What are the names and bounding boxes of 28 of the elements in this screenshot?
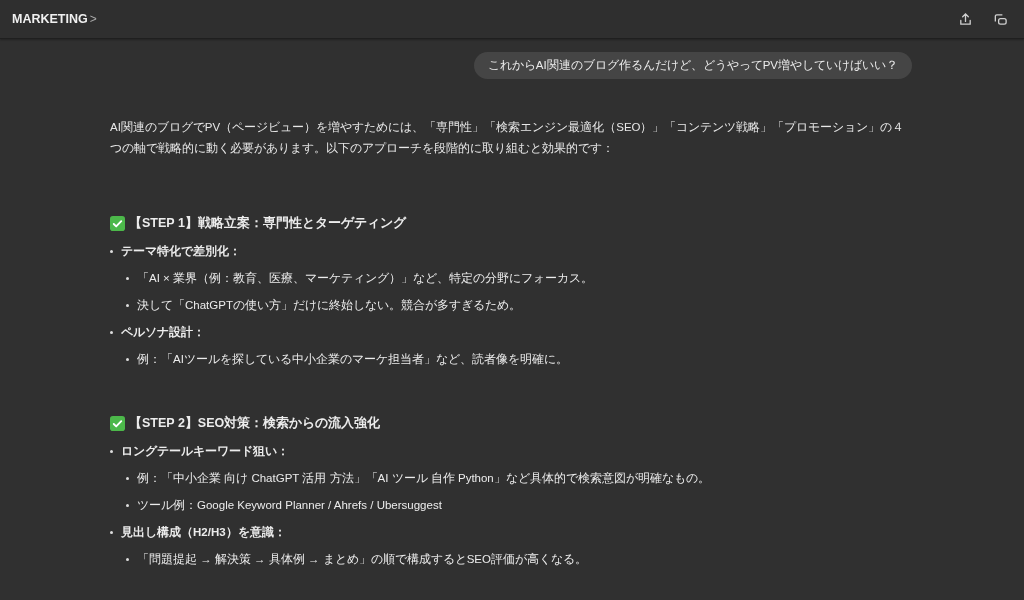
list-item-text: 「問題提起 → 解決策 → 具体例 → まとめ」の順で構成するとSEO評価が高くなる。 [137,552,587,567]
list-item-text: ペルソナ設計： [121,325,205,340]
section-heading: 【STEP 1】戦略立案：専門性とターゲティング [129,215,406,232]
bullet-icon [110,331,113,334]
chat-title[interactable]: MARKETING [12,12,88,26]
list-item-text: ロングテールキーワード狙い： [121,444,289,459]
bullet-icon [126,504,129,507]
list-item-text: 例：「中小企業 向け ChatGPT 活用 方法」「AI ツール 自作 Python」など具体的で検索意図が明確なもの。 [137,471,710,486]
list-item-text: テーマ特化で差別化： [121,244,241,259]
response-paragraph: AI関連のブログでPV（ページビュー）を増やすためには、「専門性」「検索エンジン最適化（SEO）」「コンテンツ戦略」「プロモーション」の４つの軸で戦略的に動く必要があります。以下のアプローチを段階的に取り組むと効果的です： [110,120,906,156]
chevron-icon[interactable]: > [89,12,97,26]
user-message: これからAI関連のブログ作るんだけど、どうやってPV増やしていけばいい？ [473,52,912,79]
list-item-text: 決して「ChatGPTの使い方」だけに終始しない。競合が多すぎるため。 [137,298,521,313]
check-icon [110,216,125,231]
bullet-icon [110,450,113,453]
list-item-text: 「AI × 業界（例：教育、医療、マーケティング）」など、特定の分野にフォーカス。 [137,271,593,286]
list-item-text: ツール例：Google Keyword Planner / Ahrefs / Ubersuggest [137,498,442,513]
bullet-icon [126,558,129,561]
check-icon [110,416,125,431]
list-item-text: 見出し構成（H2/H3）を意識： [121,525,286,540]
bullet-icon [126,304,129,307]
bullet-icon [126,358,129,361]
bullet-icon [110,250,113,253]
bullet-icon [126,277,129,280]
list-item-text: 例：「AIツールを探している中小企業のマーケ担当者」など、読者像を明確に。 [137,352,568,367]
bullet-icon [126,477,129,480]
section-heading: 【STEP 2】SEO対策：検索からの流入強化 [129,415,381,432]
bullet-icon [110,531,113,534]
